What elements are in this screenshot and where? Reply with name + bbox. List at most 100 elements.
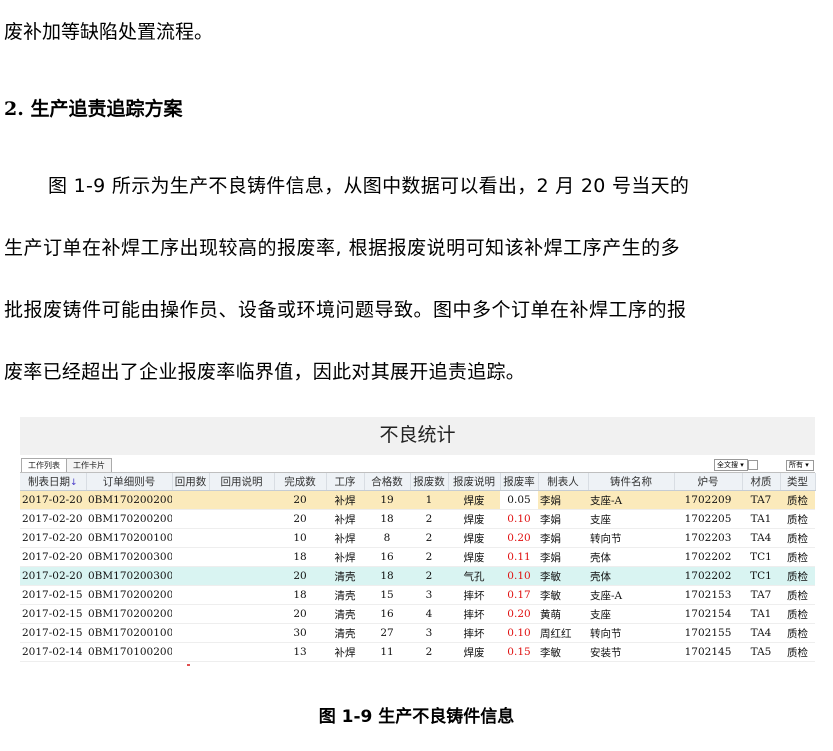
sort-desc-icon[interactable]: ↓ xyxy=(70,478,78,488)
table-cell: 0BM1702002001 xyxy=(86,585,172,605)
table-cell: 15 xyxy=(364,585,410,605)
paragraph-line-4: 废率已经超出了企业报废率临界值，因此对其展开追责追踪。 xyxy=(4,361,526,383)
table-cell: 1702205 xyxy=(674,509,742,529)
table-row[interactable]: 2017-02-20 0BM1702001001 10 补焊 8 2 焊废 0.20 李娟 转向节… xyxy=(20,528,815,548)
table-cell xyxy=(209,509,274,529)
table-cell: 质检 xyxy=(780,585,815,605)
table-row[interactable]: 2017-02-20 0BM1702003003 20 清壳 18 2 气孔 0.10 李敏 壳体… xyxy=(20,566,815,586)
col-header[interactable]: 材质 xyxy=(742,473,781,491)
table-cell: 支座-A xyxy=(588,490,674,510)
table-row[interactable]: 2017-02-20 0BM1702002002 20 补焊 18 2 焊废 0.10 李娟 支座… xyxy=(20,509,815,529)
col-header[interactable]: 报废数 xyxy=(410,473,449,491)
col-header[interactable]: 完成数 xyxy=(274,473,327,491)
table-cell: 焊废 xyxy=(448,547,500,567)
col-header-label: 制表日期 xyxy=(27,476,70,488)
table-cell: 支座 xyxy=(588,604,674,624)
table-row[interactable]: 2017-02-15 0BM1702001001 30 清壳 27 3 摔坏 0.10 周红红转… xyxy=(20,623,815,643)
table-cell: 2017-02-20 xyxy=(20,547,86,567)
col-header[interactable]: 铸件名称 xyxy=(588,473,675,491)
table-cell: 0BM1702003003 xyxy=(86,547,172,567)
figure-caption: 图 1-9 生产不良铸件信息 xyxy=(318,707,515,727)
table-cell: 质检 xyxy=(780,509,815,529)
table-row[interactable]: 2017-02-15 0BM1702002002 20 清壳 16 4 摔坏 0.20 黄萌 支座… xyxy=(20,604,815,624)
table-cell: 摔坏 xyxy=(448,585,500,605)
table-cell: 0BM1702001001 xyxy=(86,623,172,643)
table-cell: 19 xyxy=(364,490,410,510)
table-cell: 黄萌 xyxy=(538,604,588,624)
table-cell xyxy=(209,642,274,662)
table-cell: 质检 xyxy=(780,490,815,510)
col-header[interactable]: 报废率 xyxy=(500,473,539,491)
table-cell xyxy=(172,547,209,567)
table-cell: 0.10 xyxy=(500,623,538,643)
table-cell: 质检 xyxy=(780,528,815,548)
table-cell: 李娟 xyxy=(538,490,588,510)
table-cell xyxy=(172,604,209,624)
col-header[interactable]: 炉号 xyxy=(674,473,743,491)
table-cell: 焊废 xyxy=(448,528,500,548)
table-cell: TA1 xyxy=(742,604,780,624)
filter-all-value: 所有 xyxy=(789,461,803,469)
table-cell: 1702155 xyxy=(674,623,742,643)
table-cell: 摔坏 xyxy=(448,604,500,624)
col-header[interactable]: 回用数 xyxy=(172,473,210,491)
col-header[interactable]: 类型 xyxy=(780,473,816,491)
table-cell: 补焊 xyxy=(326,490,364,510)
table-cell: 质检 xyxy=(780,547,815,567)
table-cell: 补焊 xyxy=(326,642,364,662)
table-cell: 0.17 xyxy=(500,585,538,605)
table-cell: 4 xyxy=(410,604,448,624)
table-cell xyxy=(172,623,209,643)
table-cell: 2 xyxy=(410,547,448,567)
table-cell xyxy=(209,623,274,643)
table-cell: 李娟 xyxy=(538,528,588,548)
table-cell: 补焊 xyxy=(326,509,364,529)
tab-work-list[interactable]: 工作列表 xyxy=(21,458,67,472)
defect-stats-screenshot: 不良统计 工作列表 工作卡片 全文搜 ▾ 所有 ▾ 制表日期↓ 订单细则号 回用… xyxy=(20,417,816,669)
table-cell: 20 xyxy=(274,490,326,510)
col-header[interactable]: 制表日期↓ xyxy=(20,473,87,491)
table-row[interactable]: 2017-02-15 0BM1702002001 18 清壳 15 3 摔坏 0.17 李敏 支座… xyxy=(20,585,815,605)
table-cell: 清壳 xyxy=(326,623,364,643)
table-cell xyxy=(209,566,274,586)
table-cell xyxy=(172,566,209,586)
table-cell: 16 xyxy=(364,604,410,624)
table-cell xyxy=(209,604,274,624)
table-cell: 壳体 xyxy=(588,547,674,567)
table-cell xyxy=(172,585,209,605)
table-cell: 0.10 xyxy=(500,566,538,586)
table-cell xyxy=(209,528,274,548)
table-cell: 1702209 xyxy=(674,490,742,510)
table-cell xyxy=(172,509,209,529)
table-cell: 焊废 xyxy=(448,642,500,662)
col-header[interactable]: 合格数 xyxy=(364,473,411,491)
section-heading: 2. 生产追责追踪方案 xyxy=(4,97,182,121)
col-header[interactable]: 订单细则号 xyxy=(86,473,173,491)
table-cell: TC1 xyxy=(742,566,780,586)
table-cell: 13 xyxy=(274,642,326,662)
table-cell: TA7 xyxy=(742,585,780,605)
table-cell: 李敏 xyxy=(538,642,588,662)
table-cell: 2 xyxy=(410,642,448,662)
col-header[interactable]: 回用说明 xyxy=(209,473,275,491)
filter-checkbox[interactable] xyxy=(748,460,758,470)
table-row[interactable]: 2017-02-20 0BM1702003003 18 补焊 16 2 焊废 0.11 李娟 壳体… xyxy=(20,547,815,567)
table-row[interactable]: 2017-02-20 0BM1702002001 20 补焊 19 1 焊废 0.05 李娟 支座… xyxy=(20,490,815,510)
table-cell: 转向节 xyxy=(588,623,674,643)
col-header[interactable]: 制表人 xyxy=(538,473,589,491)
table-cell: 27 xyxy=(364,623,410,643)
search-scope-select[interactable]: 全文搜 ▾ xyxy=(714,459,748,471)
tab-bar: 工作列表 工作卡片 xyxy=(20,457,815,473)
col-header[interactable]: 报废说明 xyxy=(448,473,501,491)
tab-work-card[interactable]: 工作卡片 xyxy=(66,458,112,472)
table-cell xyxy=(172,642,209,662)
table-cell: 3 xyxy=(410,623,448,643)
table-cell: 11 xyxy=(364,642,410,662)
text-line-0: 废补加等缺陷处置流程。 xyxy=(4,21,214,43)
table-cell: 0BM1702002002 xyxy=(86,604,172,624)
filter-all-select[interactable]: 所有 ▾ xyxy=(786,460,814,471)
table-row[interactable]: 2017-02-14 0BM1701002002 13 补焊 11 2 焊废 0.15 李敏 安装… xyxy=(20,642,815,662)
col-header[interactable]: 工序 xyxy=(326,473,365,491)
table-cell: 18 xyxy=(364,566,410,586)
table-cell: 10 xyxy=(274,528,326,548)
